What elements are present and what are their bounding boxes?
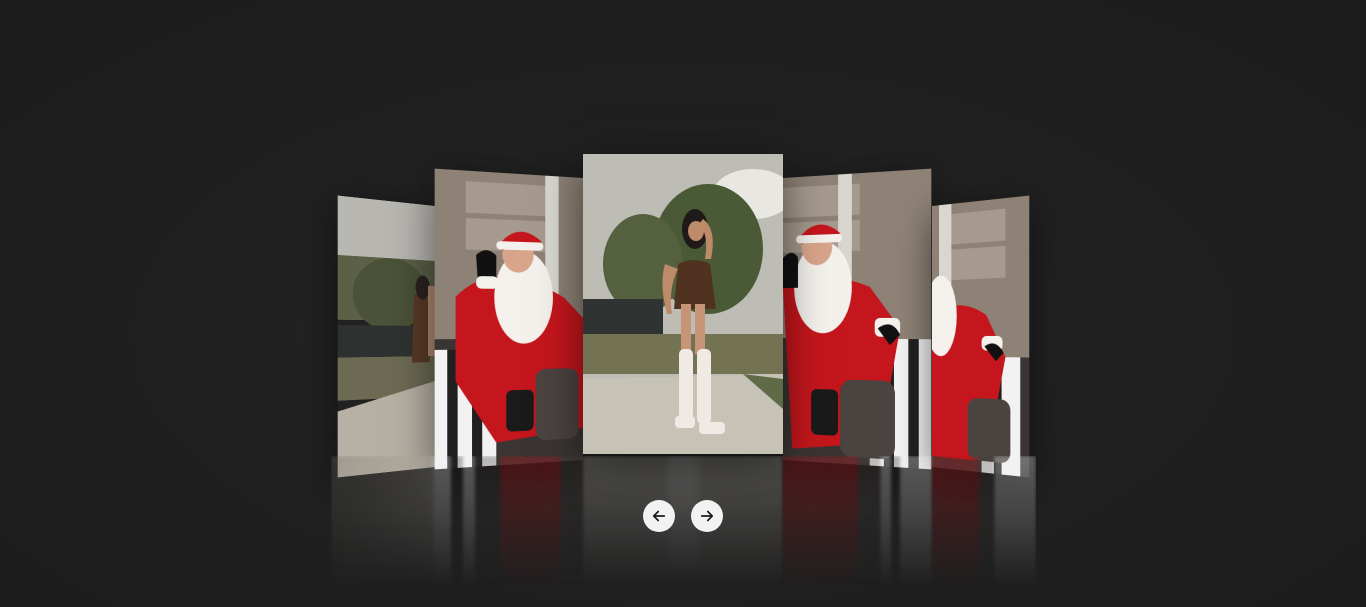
woman-photo-image — [337, 195, 435, 478]
slide-left[interactable] — [434, 168, 583, 470]
arrow-left-icon — [652, 510, 666, 522]
prev-button[interactable] — [643, 500, 675, 532]
woman-photo-image — [583, 154, 783, 454]
floor-reflection — [331, 456, 1036, 586]
arrow-right-icon — [700, 510, 714, 522]
santa-photo-image — [434, 168, 583, 470]
next-button[interactable] — [691, 500, 723, 532]
slide-right[interactable] — [783, 168, 932, 470]
coverflow-stage — [0, 0, 1366, 607]
slide-far-right[interactable] — [932, 195, 1030, 478]
santa-photo-image — [932, 195, 1030, 478]
santa-photo-image — [783, 168, 932, 470]
slide-center[interactable] — [583, 154, 783, 454]
slide-far-left[interactable] — [337, 195, 435, 478]
